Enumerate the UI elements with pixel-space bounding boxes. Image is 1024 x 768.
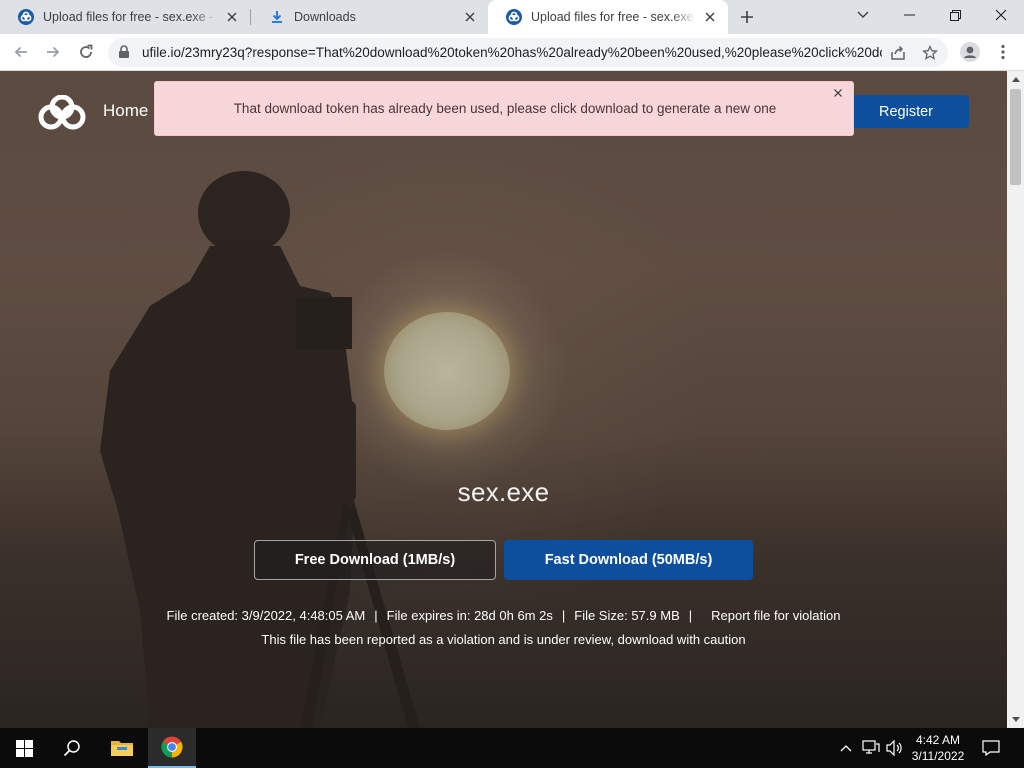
tab-close-icon[interactable]	[462, 9, 478, 25]
tab-ufile-1[interactable]: Upload files for free - sex.exe - ufile.…	[0, 0, 250, 34]
page-content: Home Register That download token has al…	[0, 71, 1007, 728]
back-icon[interactable]	[8, 39, 34, 65]
tab-search-icon[interactable]	[840, 0, 886, 30]
ufile-logo-icon[interactable]	[38, 95, 86, 131]
download-icon	[269, 9, 285, 25]
browser-menu-icon[interactable]	[990, 39, 1016, 65]
scroll-up-icon[interactable]	[1007, 71, 1024, 88]
minimize-icon[interactable]	[886, 0, 932, 30]
tab-close-icon[interactable]	[702, 9, 718, 25]
scrollbar-thumb[interactable]	[1010, 89, 1021, 185]
chrome-taskbar-icon[interactable]	[148, 728, 196, 768]
share-icon[interactable]	[888, 43, 908, 63]
clock-date: 3/11/2022	[911, 749, 965, 763]
address-bar[interactable]: ufile.io/23mry23q?response=That%20downlo…	[108, 38, 948, 67]
ufile-favicon-icon	[18, 9, 34, 25]
tab-close-icon[interactable]	[224, 9, 240, 25]
notifications-icon[interactable]	[981, 738, 1001, 758]
file-explorer-icon[interactable]	[98, 728, 146, 768]
reload-icon[interactable]	[73, 39, 99, 65]
tray-overflow-chevron-icon[interactable]	[836, 738, 856, 758]
tab-ufile-active[interactable]: Upload files for free - sex.exe - ufile.…	[488, 0, 728, 34]
search-icon[interactable]	[48, 728, 96, 768]
url-text[interactable]: ufile.io/23mry23q?response=That%20downlo…	[142, 45, 882, 60]
volume-icon[interactable]	[885, 738, 905, 758]
bookmark-star-icon[interactable]	[920, 43, 940, 63]
start-windows-icon[interactable]	[0, 728, 48, 768]
taskbar-clock[interactable]: 4:42 AM 3/11/2022	[906, 732, 970, 764]
profile-avatar-icon[interactable]	[957, 39, 983, 65]
meta-separator: |	[374, 608, 378, 623]
new-tab-button[interactable]	[736, 6, 758, 28]
nav-home-link[interactable]: Home	[103, 101, 148, 121]
alert-close-icon[interactable]	[831, 86, 845, 100]
tab-title: Upload files for free - sex.exe - ufile.…	[43, 10, 218, 24]
free-download-button[interactable]: Free Download (1MB/s)	[254, 540, 496, 580]
file-created: File created: 3/9/2022, 4:48:05 AM	[166, 608, 366, 623]
windows-taskbar: 4:42 AM 3/11/2022	[0, 728, 1024, 768]
background-silhouette	[100, 171, 420, 728]
register-button[interactable]: Register	[843, 95, 969, 128]
lock-icon[interactable]	[118, 45, 130, 64]
tab-title: Downloads	[294, 10, 356, 24]
tab-downloads[interactable]: Downloads	[251, 0, 488, 34]
meta-separator: |	[561, 608, 566, 623]
forward-icon[interactable]	[40, 39, 66, 65]
close-window-icon[interactable]	[978, 0, 1024, 30]
meta-separator: |	[688, 608, 693, 623]
restore-icon[interactable]	[932, 0, 978, 30]
error-alert: That download token has already been use…	[154, 81, 854, 136]
scroll-down-icon[interactable]	[1007, 711, 1024, 728]
alert-message: That download token has already been use…	[233, 101, 777, 116]
page-scrollbar[interactable]	[1007, 71, 1024, 728]
tab-title: Upload files for free - sex.exe - ufile.…	[531, 10, 696, 24]
tab-strip: Upload files for free - sex.exe - ufile.…	[0, 0, 1024, 34]
ufile-favicon-icon	[506, 9, 522, 25]
network-icon[interactable]	[861, 738, 881, 758]
file-expires: File expires in: 28d 0h 6m 2s	[386, 608, 553, 623]
fast-download-button[interactable]: Fast Download (50MB/s)	[504, 540, 753, 580]
report-violation-link[interactable]: Report file for violation	[711, 608, 840, 623]
file-size: File Size: 57.9 MB	[574, 608, 680, 623]
browser-toolbar: ufile.io/23mry23q?response=That%20downlo…	[0, 34, 1024, 71]
clock-time: 4:42 AM	[915, 733, 961, 747]
file-meta: File created: 3/9/2022, 4:48:05 AM | File …	[0, 608, 1007, 623]
file-name: sex.exe	[457, 477, 550, 507]
violation-warning: This file has been reported as a violati…	[261, 632, 746, 647]
